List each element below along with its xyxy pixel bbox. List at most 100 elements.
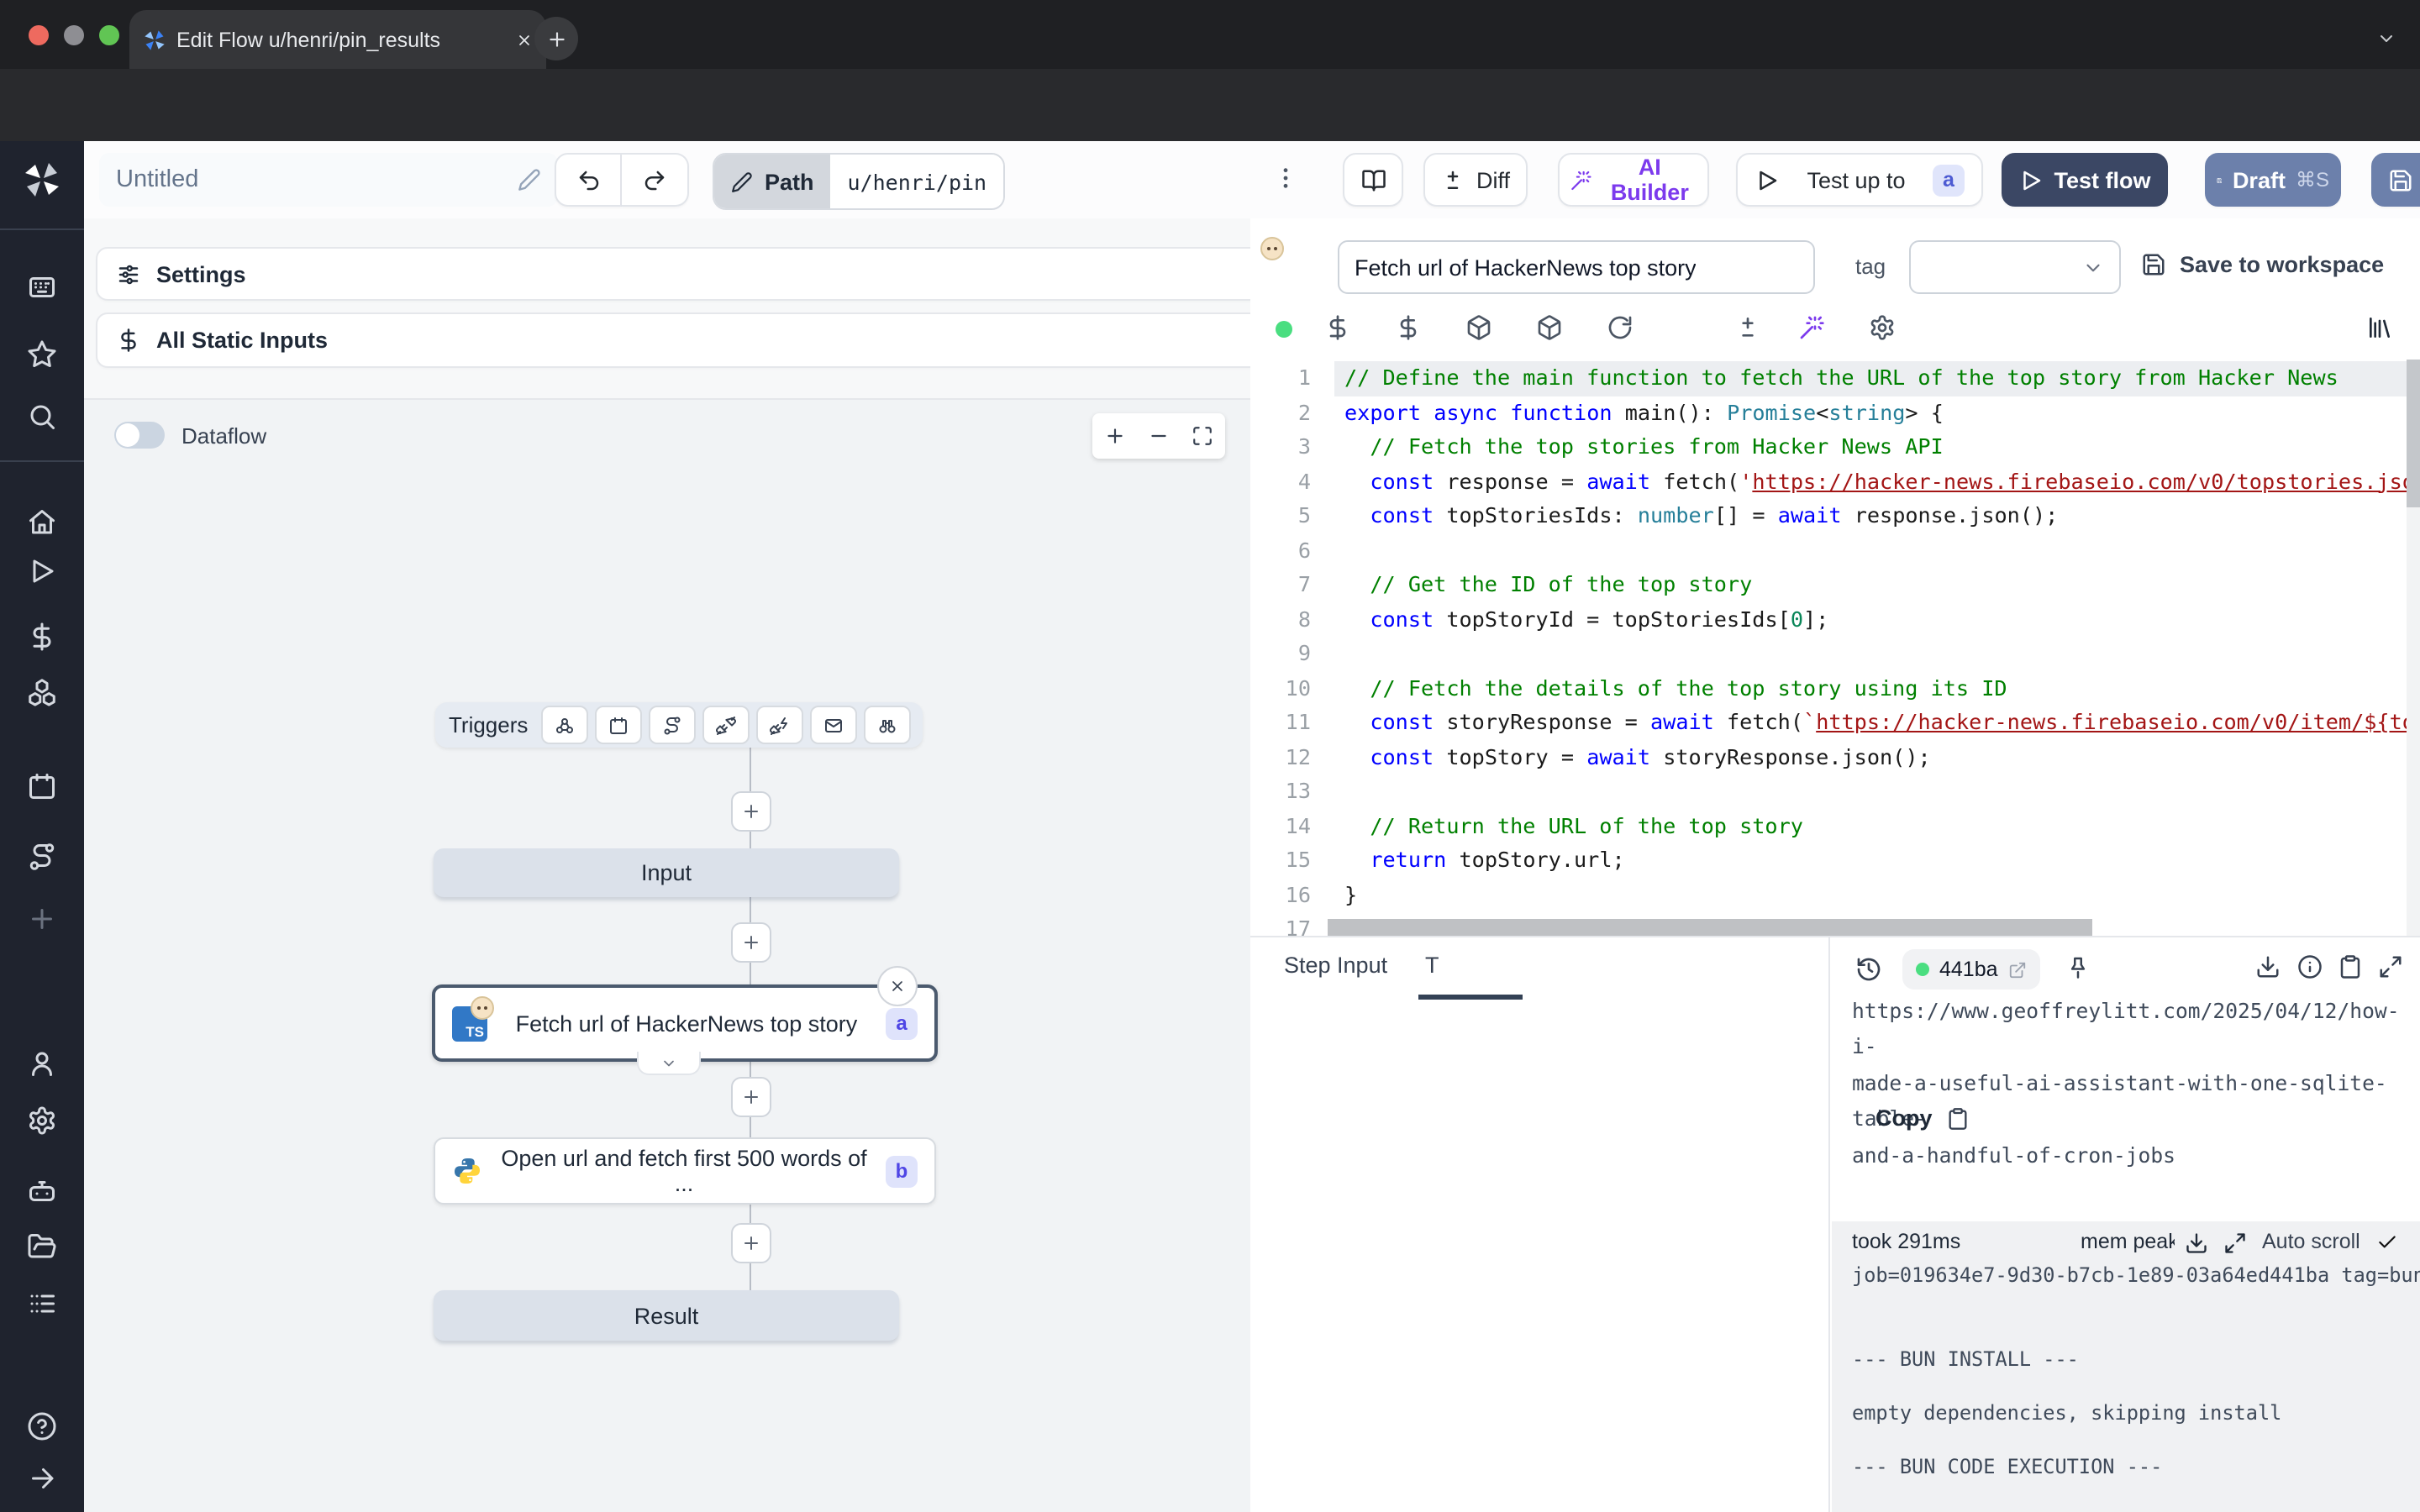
panel-divider[interactable] <box>1250 936 2420 937</box>
result-url[interactable]: https://www.geoffreylitt.com/2025/04/12/… <box>1852 995 2407 1174</box>
help-icon[interactable] <box>27 1411 57 1441</box>
add-icon[interactable] <box>27 904 57 934</box>
trigger-route-icon[interactable] <box>649 706 696 744</box>
trigger-email-icon[interactable] <box>810 706 857 744</box>
log-lines[interactable]: job=019634e7-9d30-b7cb-1e89-03a64ed441ba… <box>1852 1263 2420 1478</box>
insert-step-button[interactable] <box>731 1223 771 1263</box>
flow-node-b[interactable]: Open url and fetch first 500 words of ..… <box>434 1137 936 1205</box>
history-icon[interactable] <box>1855 956 1882 983</box>
code-editor[interactable]: 1234567891011121314151617 // Define the … <box>1250 360 2420 936</box>
download-icon[interactable] <box>2255 954 2281 979</box>
expand-icon[interactable] <box>2378 954 2403 979</box>
trigger-unplug-icon[interactable] <box>702 706 750 744</box>
minimize-window-button[interactable] <box>64 25 84 45</box>
flow-settings-row[interactable]: Settings <box>96 247 1276 301</box>
zoom-in-icon[interactable] <box>1103 425 1125 447</box>
trigger-plug-zap-icon[interactable] <box>756 706 803 744</box>
fit-view-icon[interactable] <box>1192 425 1214 447</box>
home-icon[interactable] <box>27 507 57 538</box>
settings-icon[interactable] <box>27 1105 57 1136</box>
expand-node-chevron[interactable] <box>637 1052 701 1075</box>
editor-hscrollbar[interactable] <box>1328 919 2092 936</box>
zoom-out-icon[interactable] <box>1148 425 1170 447</box>
triggers-node[interactable]: Triggers <box>435 702 923 748</box>
folders-icon[interactable] <box>27 1231 57 1262</box>
test-flow-button[interactable]: Test flow <box>2002 153 2168 207</box>
step-title-input[interactable]: Fetch url of HackerNews top story <box>1338 240 1815 294</box>
package-icon[interactable] <box>1465 314 1492 341</box>
diff-button[interactable]: Diff <box>1423 153 1528 207</box>
package-icon[interactable] <box>1536 314 1563 341</box>
edit-name-pencil-icon[interactable] <box>518 168 541 192</box>
variables-icon[interactable] <box>1324 314 1351 341</box>
editor-vscrollbar-thumb[interactable] <box>2407 360 2420 507</box>
ai-builder-button[interactable]: AI Builder <box>1558 153 1709 207</box>
redo-button[interactable] <box>622 153 689 207</box>
info-icon[interactable] <box>2297 954 2323 979</box>
resources-icon[interactable] <box>27 677 57 707</box>
logs-icon[interactable] <box>27 1289 57 1319</box>
user-icon[interactable] <box>27 1048 57 1079</box>
undo-button[interactable] <box>555 153 622 207</box>
apps-icon[interactable] <box>27 272 57 302</box>
browser-tab[interactable]: Edit Flow u/henri/pin_results <box>129 10 546 69</box>
tab-step-input[interactable]: Step Input <box>1284 953 1387 978</box>
test-up-to-step-badge[interactable]: a <box>1933 164 1965 196</box>
gear-icon[interactable] <box>1869 314 1896 341</box>
test-up-to-button[interactable]: Test up to a <box>1736 153 1983 207</box>
flow-name-box[interactable]: Untitled <box>99 153 558 207</box>
windmill-logo[interactable] <box>22 160 62 200</box>
tab-search-button[interactable] <box>2366 18 2407 59</box>
close-tab-icon[interactable] <box>516 31 533 48</box>
more-options-icon[interactable] <box>1272 165 1299 192</box>
flow-node-a[interactable]: TS Fetch url of HackerNews top story a <box>432 984 938 1062</box>
tag-select[interactable] <box>1909 240 2121 294</box>
external-link-icon[interactable] <box>2008 960 2027 979</box>
routes-icon[interactable] <box>27 842 57 872</box>
diff-icon[interactable] <box>1734 314 1761 341</box>
trigger-webhook-icon[interactable] <box>541 706 588 744</box>
result-node[interactable]: Result <box>434 1290 899 1341</box>
library-icon[interactable] <box>2366 314 2393 341</box>
clipboard-icon[interactable] <box>2338 954 2363 979</box>
path-group[interactable]: Path u/henri/pin <box>713 153 1005 210</box>
flow-canvas[interactable]: Dataflow Triggers Input <box>84 398 1250 1512</box>
dataflow-toggle[interactable] <box>114 422 165 449</box>
all-static-inputs-row[interactable]: All Static Inputs <box>96 312 1276 368</box>
close-window-button[interactable] <box>29 25 49 45</box>
copy-result-button[interactable]: Copy <box>1876 1105 1970 1131</box>
insert-step-button[interactable] <box>731 1077 771 1117</box>
tab-hidden[interactable]: T <box>1425 953 1450 978</box>
runs-icon[interactable] <box>27 556 57 586</box>
zoom-window-button[interactable] <box>99 25 119 45</box>
search-icon[interactable] <box>27 402 57 432</box>
sidebar-divider <box>0 228 84 230</box>
draft-button[interactable]: Draft ⌘S <box>2205 153 2341 207</box>
lang-ready-dot <box>1276 321 1292 338</box>
remove-node-button[interactable] <box>877 966 918 1006</box>
expand-icon[interactable] <box>2223 1231 2247 1255</box>
input-node[interactable]: Input <box>434 848 899 897</box>
collapse-icon[interactable] <box>27 1463 57 1494</box>
pin-icon[interactable] <box>2065 954 2091 979</box>
panel-divider[interactable] <box>1828 937 1830 1512</box>
schedules-icon[interactable] <box>27 771 57 801</box>
variables-icon[interactable] <box>27 622 57 652</box>
insert-step-button[interactable] <box>731 791 771 832</box>
run-id-pill[interactable]: 441ba <box>1902 949 2040 990</box>
deploy-button[interactable]: Deploy <box>2371 153 2420 207</box>
star-icon[interactable] <box>27 339 57 370</box>
trigger-scraper-icon[interactable] <box>864 706 911 744</box>
new-tab-button[interactable] <box>534 17 578 60</box>
workers-icon[interactable] <box>27 1176 57 1206</box>
docs-button[interactable] <box>1343 153 1403 207</box>
resources-icon[interactable] <box>1395 314 1422 341</box>
trigger-schedule-icon[interactable] <box>595 706 642 744</box>
insert-step-button[interactable] <box>731 922 771 963</box>
all-static-inputs-label: All Static Inputs <box>156 328 328 353</box>
ai-wand-icon[interactable] <box>1798 314 1825 341</box>
save-to-workspace-button[interactable]: Save to workspace <box>2141 252 2384 277</box>
reload-icon[interactable] <box>1607 314 1634 341</box>
download-icon[interactable] <box>2185 1231 2208 1255</box>
check-icon[interactable] <box>2376 1231 2398 1253</box>
